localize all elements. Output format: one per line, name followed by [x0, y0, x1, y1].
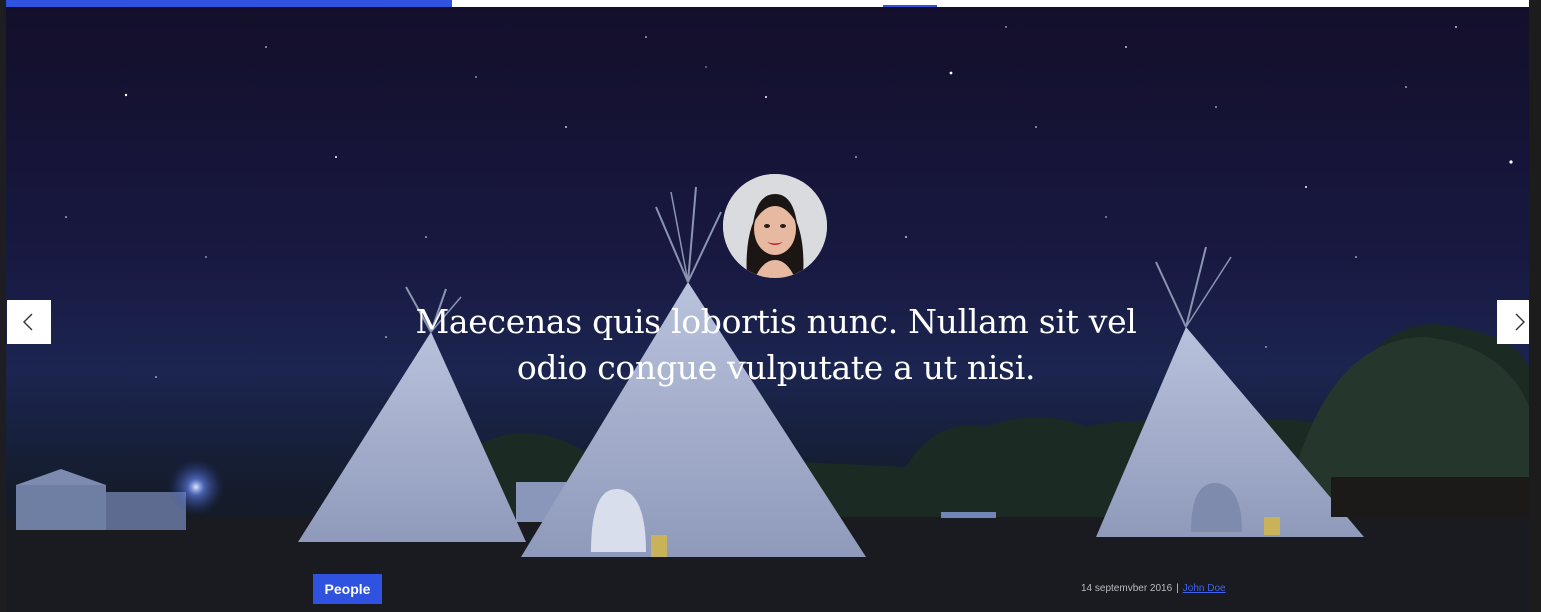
post-date: 14 septemvber 2016 — [1081, 583, 1173, 594]
testimonial-quote: Maecenas quis lobortis nunc. Nullam sit … — [415, 302, 1137, 387]
chevron-left-icon — [23, 313, 33, 331]
header-accent-bar — [6, 0, 452, 7]
author-avatar — [723, 174, 827, 278]
post-meta: 14 septemvber 2016 | John Doe — [1081, 582, 1226, 596]
top-header-bar — [6, 0, 1529, 7]
category-badge[interactable]: People — [313, 574, 382, 604]
page-scrollbar[interactable] — [1529, 0, 1541, 612]
chevron-right-icon — [1515, 313, 1525, 331]
hero-slider: Maecenas quis lobortis nunc. Nullam sit … — [6, 7, 1529, 612]
meta-separator: | — [1176, 583, 1179, 594]
author-link[interactable]: John Doe — [1183, 583, 1226, 594]
slider-prev-button[interactable] — [7, 300, 51, 344]
